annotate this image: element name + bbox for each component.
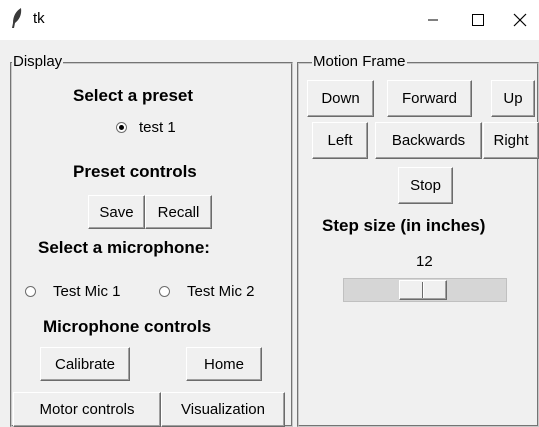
down-button[interactable]: Down bbox=[307, 80, 374, 117]
recall-button[interactable]: Recall bbox=[145, 195, 212, 229]
step-size-heading: Step size (in inches) bbox=[322, 216, 486, 235]
calibrate-button[interactable]: Calibrate bbox=[40, 347, 130, 381]
mic-1-label: Test Mic 1 bbox=[53, 283, 121, 300]
up-button[interactable]: Up bbox=[491, 80, 535, 117]
mic-2-label: Test Mic 2 bbox=[187, 283, 255, 300]
preset-label: test 1 bbox=[139, 119, 176, 136]
preset-radio[interactable] bbox=[116, 122, 127, 133]
forward-button[interactable]: Forward bbox=[387, 80, 472, 117]
slider-thumb[interactable] bbox=[399, 280, 447, 300]
step-size-slider[interactable] bbox=[343, 278, 507, 302]
preset-controls-heading: Preset controls bbox=[73, 162, 197, 181]
tab-visualization[interactable]: Visualization bbox=[161, 392, 285, 427]
close-button[interactable] bbox=[500, 0, 539, 40]
step-size-value: 12 bbox=[416, 253, 433, 270]
maximize-icon bbox=[472, 14, 484, 26]
backwards-button[interactable]: Backwards bbox=[375, 122, 482, 159]
mic-2-radio[interactable] bbox=[159, 286, 170, 297]
right-button[interactable]: Right bbox=[483, 122, 539, 159]
preset-heading: Select a preset bbox=[73, 86, 194, 105]
mic-controls-heading: Microphone controls bbox=[43, 317, 212, 336]
tk-feather-icon bbox=[12, 8, 22, 28]
window-title: tk bbox=[33, 10, 45, 27]
mic-1-radio[interactable] bbox=[25, 286, 36, 297]
minimize-button[interactable] bbox=[410, 0, 456, 40]
motion-frame-label: Motion Frame bbox=[312, 53, 407, 70]
home-button[interactable]: Home bbox=[186, 347, 262, 381]
minimize-icon bbox=[428, 19, 438, 21]
close-icon bbox=[513, 13, 526, 27]
save-button[interactable]: Save bbox=[88, 195, 145, 229]
maximize-button[interactable] bbox=[455, 0, 501, 40]
stop-button[interactable]: Stop bbox=[398, 167, 453, 204]
slider-thumb-grip bbox=[422, 282, 424, 298]
tab-motor-controls[interactable]: Motor controls bbox=[13, 392, 161, 427]
left-button[interactable]: Left bbox=[312, 122, 368, 159]
radio-selected-dot bbox=[119, 125, 124, 130]
display-frame-label: Display bbox=[12, 53, 64, 70]
microphone-heading: Select a microphone: bbox=[38, 238, 210, 257]
